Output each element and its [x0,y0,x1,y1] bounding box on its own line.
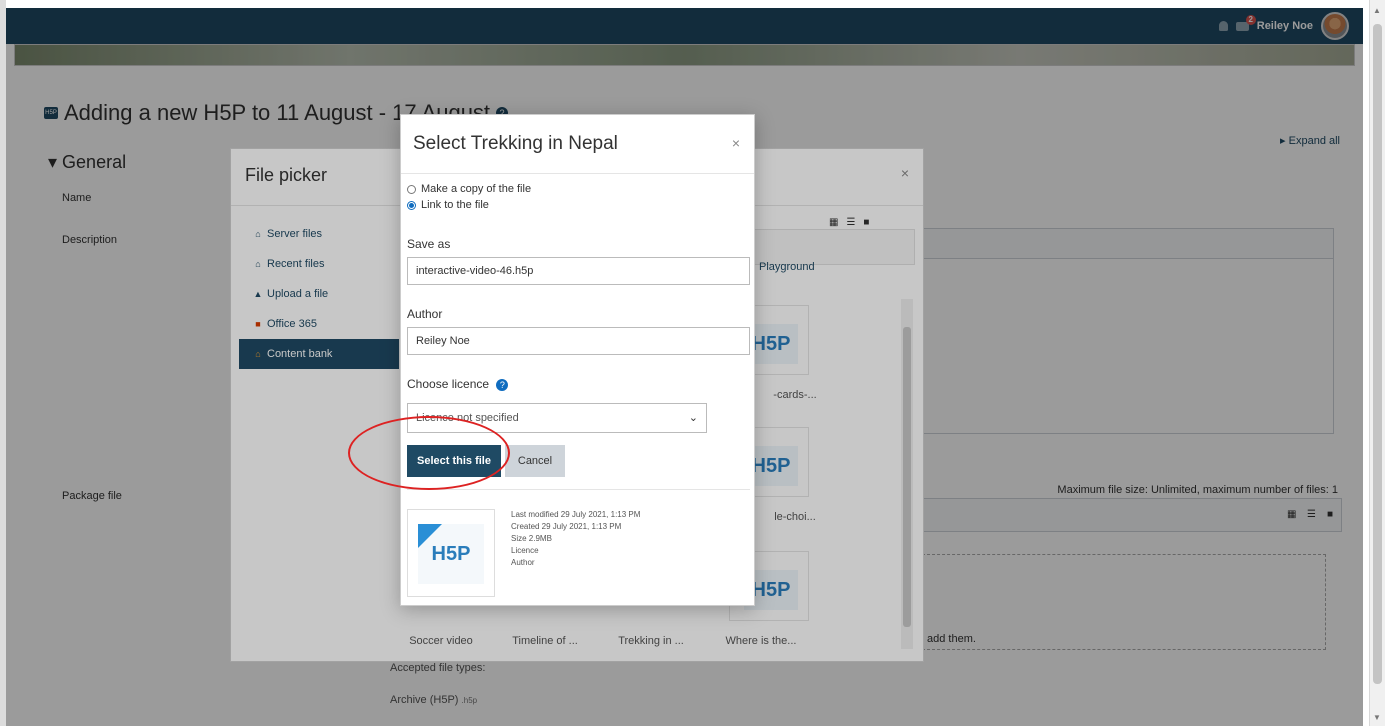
file-corner [418,524,442,548]
select-file-dialog: Select Trekking in Nepal × Make a copy o… [400,114,755,606]
meta-created: Created 29 July 2021, 1:13 PM [511,522,622,531]
select-dialog-title: Select Trekking in Nepal [413,133,618,154]
copy-file-radio[interactable] [407,184,416,194]
chevron-down-icon: ⌄ [688,412,698,424]
select-dialog-close-button[interactable]: × [732,135,740,151]
browser-scroll-thumb[interactable] [1373,24,1382,684]
choose-licence-label: Choose licence ? [407,377,509,391]
scroll-up-arrow-icon[interactable]: ▲ [1373,6,1381,15]
copy-file-label: Make a copy of the file [421,183,532,195]
file-thumbnail: H5P [407,509,495,597]
scroll-down-arrow-icon[interactable]: ▼ [1373,713,1381,722]
licence-help-icon[interactable]: ? [496,379,509,391]
select-dialog-divider [401,173,754,174]
save-as-input[interactable] [407,257,750,285]
choose-licence-text: Choose licence [407,377,490,391]
file-metadata: Last modified 29 July 2021, 1:13 PM Crea… [511,509,640,569]
meta-last-modified: Last modified 29 July 2021, 1:13 PM [511,510,641,519]
cancel-button[interactable]: Cancel [505,445,565,477]
author-input[interactable] [407,327,750,355]
meta-licence: Licence [511,546,539,555]
meta-size: Size 2.9MB [511,534,552,543]
select-dialog-divider-2 [407,489,750,490]
link-file-option[interactable]: Link to the file [407,199,489,211]
link-file-label: Link to the file [421,199,489,211]
author-label: Author [407,307,443,321]
browser-scrollbar[interactable]: ▲ ▼ [1369,0,1385,726]
meta-author: Author [511,558,535,567]
save-as-label: Save as [407,237,451,251]
link-file-radio[interactable] [407,200,416,210]
copy-file-option[interactable]: Make a copy of the file [407,183,531,195]
red-annotation-circle [348,416,510,490]
